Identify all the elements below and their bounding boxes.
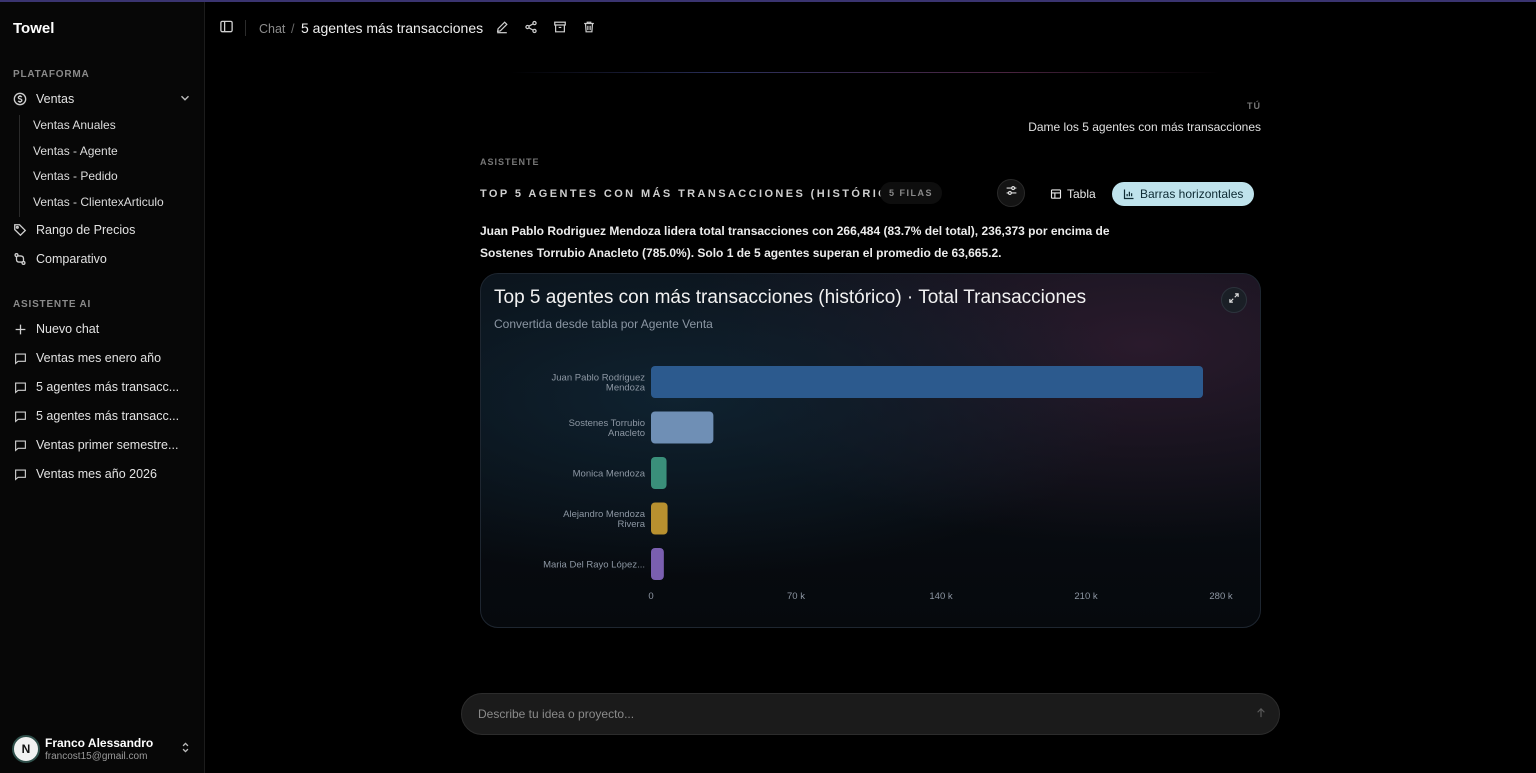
sidebar-item-rango-precios[interactable]: Rango de Precios [8, 218, 196, 242]
view-bars-label: Barras horizontales [1140, 187, 1244, 201]
bar-1[interactable] [651, 366, 1204, 398]
breadcrumb-chat-link[interactable]: Chat [259, 22, 285, 36]
header-divider [245, 20, 246, 36]
chevrons-up-down-icon [179, 741, 192, 759]
chat-history-item[interactable]: 5 agentes más transacc... [8, 404, 196, 428]
x-tick-label: 210 k [1074, 591, 1097, 602]
chart-settings-button[interactable] [997, 179, 1025, 207]
page-title: 5 agentes más transacciones [301, 20, 484, 36]
breadcrumb-separator: / [291, 22, 295, 36]
table-icon [1050, 188, 1062, 200]
chat-history-item[interactable]: Ventas mes enero año [8, 346, 196, 370]
bar-chart-icon [1123, 188, 1135, 200]
bar-3[interactable] [651, 457, 667, 489]
ai-section-label: ASISTENTE AI [13, 299, 92, 310]
sidebar: Towel PLATAFORMA Ventas Ventas Anuales V… [0, 2, 205, 773]
view-horizontal-bars-button[interactable]: Barras horizontales [1112, 182, 1255, 206]
user-email: francost15@gmail.com [45, 751, 148, 762]
prompt-input[interactable] [478, 694, 1238, 734]
sidebar-item-comparativo[interactable]: Comparativo [8, 247, 196, 271]
chat-history-item[interactable]: Ventas primer semestre... [8, 433, 196, 457]
chat-bubble-icon [12, 408, 28, 424]
chat-history-label: Ventas mes año 2026 [36, 467, 157, 481]
chat-bubble-icon [12, 437, 28, 453]
x-tick-label: 0 [648, 591, 653, 602]
category-label: Alejandro Mendoza Rivera [563, 509, 646, 530]
sidebar-subitem-ventas-anuales[interactable]: Ventas Anuales [33, 118, 116, 132]
user-role-label: TÚ [1247, 101, 1261, 111]
platform-section-label: PLATAFORMA [13, 69, 90, 80]
sidebar-toggle-icon[interactable] [219, 19, 234, 39]
bar-5[interactable] [651, 548, 664, 580]
chat-history-label: 5 agentes más transacc... [36, 380, 180, 394]
chart-subtitle: Convertida desde tabla por Agente Venta [494, 317, 713, 331]
edit-pencil-icon[interactable] [495, 20, 509, 39]
chat-bubble-icon [12, 379, 28, 395]
chart-card: Juan Pablo Rodriguez Mendoza Sostenes Torr… [480, 273, 1261, 628]
chat-history-label: Ventas primer semestre... [36, 438, 179, 452]
chat-history-item[interactable]: 5 agentes más transacc... [8, 375, 196, 399]
brand-logo-text[interactable]: Towel [13, 20, 54, 37]
dollar-circle-icon [12, 91, 28, 107]
sidebar-subitem-ventas-clientexarticulo[interactable]: Ventas - ClientexArticulo [33, 195, 164, 209]
top-header: Chat / 5 agentes más transacciones [205, 2, 1536, 54]
submenu-guide-line [19, 115, 20, 217]
x-tick-label: 280 k [1209, 591, 1232, 602]
assistant-role-label: ASISTENTE [480, 157, 540, 167]
category-label: Sostenes Torrubio Anacleto [569, 418, 645, 439]
sidebar-item-label: Ventas [36, 92, 75, 106]
view-table-button[interactable]: Tabla [1039, 182, 1107, 206]
sidebar-item-ventas[interactable]: Ventas [8, 87, 196, 111]
new-chat-button[interactable]: Nuevo chat [8, 317, 196, 341]
chat-history-label: 5 agentes más transacc... [36, 409, 180, 423]
chart-title: Top 5 agentes con más transacciones (his… [494, 287, 1087, 308]
x-tick-label: 70 k [787, 591, 805, 602]
user-name: Franco Alessandro [45, 736, 154, 750]
view-table-label: Tabla [1067, 187, 1096, 201]
expand-icon [1228, 291, 1240, 309]
result-title: TOP 5 AGENTES CON MÁS TRANSACCIONES (HIS… [480, 188, 906, 200]
expand-chart-button[interactable] [1221, 287, 1247, 313]
chat-bubble-icon [12, 350, 28, 366]
share-icon[interactable] [524, 20, 538, 39]
trash-icon[interactable] [582, 20, 596, 39]
compare-arrows-icon [12, 251, 28, 267]
sidebar-subitem-ventas-pedido[interactable]: Ventas - Pedido [33, 169, 118, 183]
bar-2[interactable] [651, 411, 714, 444]
chat-history-label: Ventas mes enero año [36, 351, 162, 365]
chat-bubble-icon [12, 466, 28, 482]
archive-icon[interactable] [553, 20, 567, 39]
send-arrow-icon[interactable] [1255, 706, 1267, 724]
bar-4[interactable] [651, 502, 668, 535]
x-tick-label: 140 k [929, 591, 952, 602]
prompt-box[interactable] [461, 693, 1280, 735]
user-message: Dame los 5 agentes con más transacciones [1028, 120, 1261, 134]
tag-icon [12, 222, 28, 238]
category-label: Maria Del Rayo López... [543, 560, 645, 571]
plus-icon [12, 321, 28, 337]
sidebar-item-label: Rango de Precios [36, 223, 136, 237]
category-label: Juan Pablo Rodriguez Mendoza [552, 373, 646, 394]
new-chat-label: Nuevo chat [36, 322, 100, 336]
sidebar-subitem-ventas-agente[interactable]: Ventas - Agente [33, 144, 118, 158]
avatar: N [12, 735, 40, 763]
sidebar-item-label: Comparativo [36, 252, 107, 266]
assistant-summary: Juan Pablo Rodriguez Mendoza lidera tota… [480, 224, 1110, 260]
decorative-divider [510, 72, 1220, 73]
chevron-down-icon[interactable] [178, 91, 192, 108]
category-label: Monica Mendoza [573, 469, 646, 480]
chat-history-item[interactable]: Ventas mes año 2026 [8, 462, 196, 486]
rows-count-badge: 5 FILAS [880, 182, 943, 204]
sliders-icon [1005, 184, 1018, 202]
user-menu[interactable]: N Franco Alessandro francost15@gmail.com [12, 733, 196, 765]
